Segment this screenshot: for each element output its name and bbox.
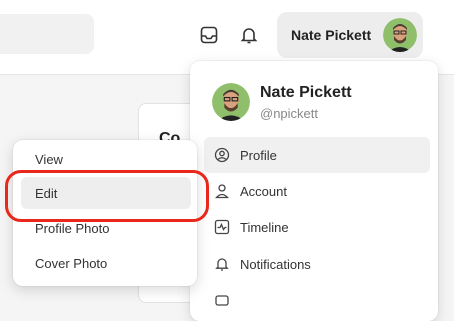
user-full-name: Nate Pickett [260,83,352,101]
message-icon [214,293,230,309]
inbox-icon[interactable] [198,24,220,46]
avatar [212,83,250,121]
user-summary: Nate Pickett @npickett [212,83,352,121]
menu-item-label: View [35,151,63,167]
user-menu-button[interactable]: Nate Pickett [277,12,423,58]
user-handle: @npickett [260,105,318,121]
search-input[interactable] [0,14,94,54]
activity-icon [214,219,230,235]
bell-icon[interactable] [238,24,260,46]
menu-item-label: Notifications [240,256,311,272]
user-circle-icon [214,147,230,163]
user-name: Nate Pickett [291,27,372,43]
menu-item-label: Profile [240,147,277,163]
bell-icon [214,256,230,272]
menu-item-timeline[interactable]: Timeline [204,209,430,245]
user-dropdown: Nate Pickett @npickett Profile Account T… [190,61,438,321]
menu-item-partial[interactable] [204,283,430,319]
user-icon [214,183,230,199]
menu-item-cover-photo[interactable]: Cover Photo [21,247,191,279]
menu-item-notifications[interactable]: Notifications [204,246,430,282]
avatar [383,18,417,52]
menu-item-label: Profile Photo [35,220,110,236]
menu-item-label: Timeline [240,219,289,235]
highlight-annotation [5,170,209,222]
menu-item-account[interactable]: Account [204,173,430,209]
menu-item-label: Cover Photo [35,255,108,271]
menu-item-label: Account [240,183,287,199]
menu-item-profile[interactable]: Profile [204,137,430,173]
